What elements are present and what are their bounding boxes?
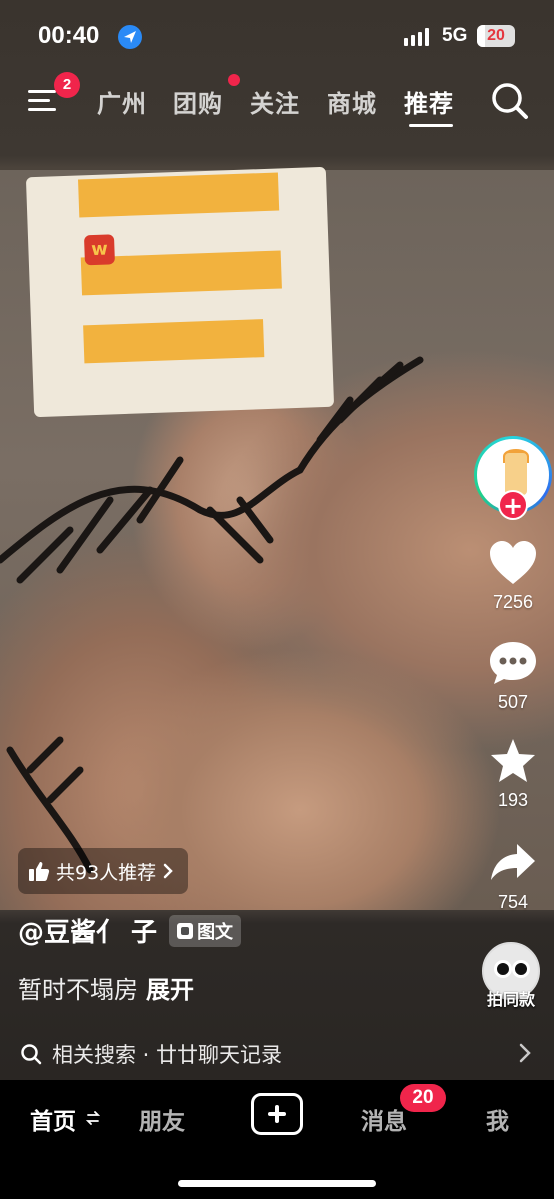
same-style-label: 拍同款 [486, 990, 535, 1009]
status-bar: 00:40 5G 20 [0, 0, 554, 74]
location-icon [118, 25, 142, 49]
recommend-pill[interactable]: 共93人推荐 [18, 848, 189, 894]
like-button[interactable]: 7256 [480, 540, 546, 613]
description-text: 暂时不塌房 [18, 976, 138, 1004]
share-count: 754 [497, 892, 529, 912]
post-type-label: 图文 [197, 921, 234, 943]
post-description[interactable]: 暂时不塌房 展开 [18, 970, 194, 1005]
tattoo-artwork [0, 356, 424, 874]
tab-guangzhou[interactable]: 广州 [97, 84, 147, 119]
star-icon [491, 739, 535, 782]
recommend-count-text: 共93人推荐 [56, 861, 157, 884]
share-button[interactable]: 754 [480, 840, 546, 913]
thumbs-up-icon [29, 862, 50, 881]
comment-icon [490, 642, 536, 684]
same-style-button[interactable]: 拍同款 [478, 942, 544, 1010]
tab-me[interactable]: 我 [486, 1102, 509, 1136]
battery-level: 20 [487, 27, 505, 44]
author-name[interactable]: @豆酱亻 子 [18, 912, 157, 949]
tab-group-buy[interactable]: 团购 [173, 84, 223, 119]
tab-following[interactable]: 关注 [250, 84, 300, 119]
search-small-icon [21, 1044, 42, 1065]
related-search-bar[interactable]: 相关搜索 · 廿廿聊天记录 [0, 1028, 554, 1080]
follow-button[interactable]: + [498, 490, 528, 520]
bottom-tab-bar: 首页 朋友 消息 20 我 [0, 1080, 554, 1199]
author-row: @豆酱亻 子 图文 [18, 912, 242, 949]
favorite-count: 193 [497, 790, 529, 810]
group-buy-dot [228, 74, 240, 86]
post-type-tag: 图文 [169, 914, 242, 947]
chevron-right-icon [519, 1043, 531, 1063]
tab-recommend[interactable]: 推荐 [404, 84, 454, 119]
tab-home[interactable]: 首页 [30, 1102, 76, 1136]
search-icon[interactable] [489, 80, 531, 122]
battery-indicator: 20 [477, 25, 515, 47]
image-text-icon [177, 922, 194, 939]
status-time: 00:40 [38, 22, 100, 49]
menu-badge: 2 [54, 72, 80, 98]
comment-button[interactable]: 507 [480, 640, 546, 713]
active-tab-underline [409, 124, 453, 127]
chevron-right-icon [163, 863, 173, 879]
tab-mall[interactable]: 商城 [327, 84, 377, 119]
home-indicator [178, 1180, 376, 1187]
network-type: 5G [442, 25, 468, 46]
like-count: 7256 [492, 592, 534, 612]
create-plus-button[interactable] [251, 1093, 303, 1135]
top-nav: 2 广州 团购 关注 商城 推荐 [0, 72, 554, 134]
tab-messages[interactable]: 消息 [361, 1102, 407, 1136]
messages-badge: 20 [400, 1084, 446, 1112]
heart-icon [490, 541, 536, 584]
refresh-icon[interactable] [86, 1109, 100, 1127]
comment-count: 507 [497, 692, 529, 712]
expand-link[interactable]: 展开 [146, 976, 194, 1004]
related-search-text: 相关搜索 · 廿廿聊天记录 [52, 1043, 283, 1067]
signal-icon [404, 28, 429, 46]
favorite-button[interactable]: 193 [480, 738, 546, 811]
bag-logo: w [83, 234, 115, 266]
share-icon [491, 844, 535, 880]
tab-friends[interactable]: 朋友 [139, 1102, 185, 1136]
